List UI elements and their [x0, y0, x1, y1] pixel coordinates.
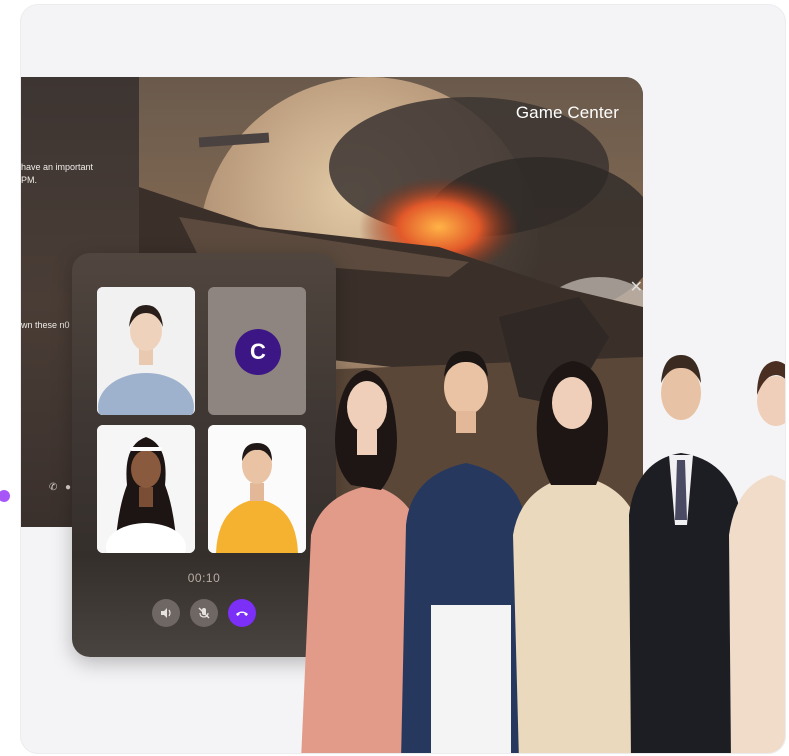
close-icon[interactable]: ✕ [630, 277, 643, 297]
chat-message-1: have an important [21, 162, 94, 172]
chat-message-2: wn these n0 [21, 320, 70, 330]
preview-card: have an important PM. wn these n0 ✆ ● Ga… [20, 4, 786, 754]
mic-off-icon [198, 607, 210, 619]
phone-icon[interactable]: ✆ [49, 482, 57, 493]
ai-avatars-group-image [301, 351, 785, 753]
speaker-button[interactable] [152, 599, 180, 627]
participant-tile[interactable] [97, 287, 195, 415]
phone-end-icon [236, 611, 248, 616]
mic-icon[interactable]: ● [65, 482, 71, 493]
participant-tile[interactable] [97, 425, 195, 553]
participant-photo [97, 287, 195, 415]
end-call-button[interactable] [228, 599, 256, 627]
speaker-icon [161, 608, 171, 618]
indicator-dot [0, 490, 10, 502]
game-title: Game Center [515, 103, 619, 122]
avatar: C [235, 329, 281, 375]
chat-message-1-cont: PM. [21, 175, 38, 185]
mute-button[interactable] [190, 599, 218, 627]
participant-photo [97, 425, 195, 553]
